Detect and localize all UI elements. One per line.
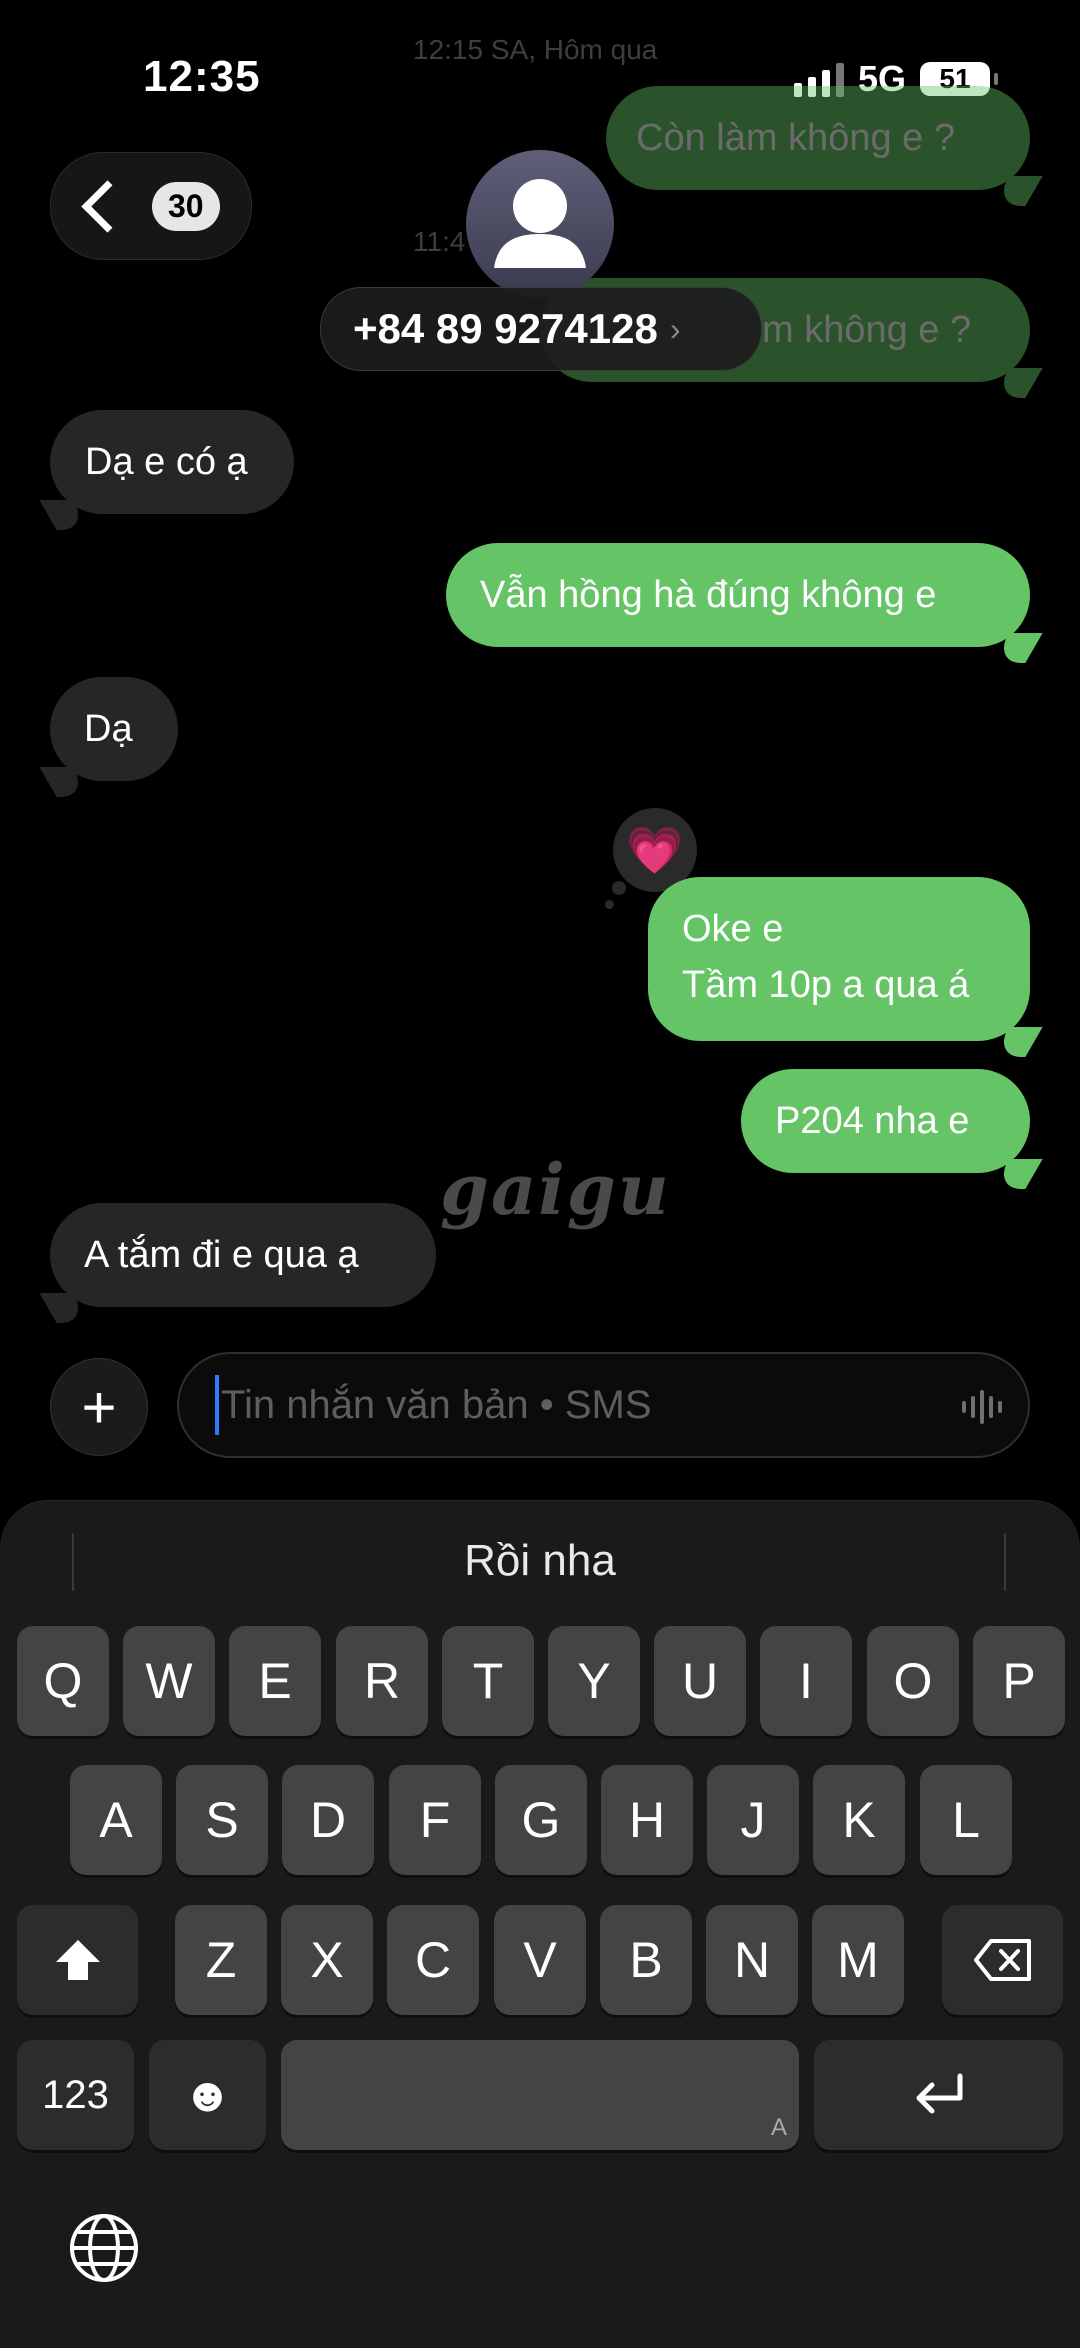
key-b[interactable]: B xyxy=(600,1905,692,2015)
key-h[interactable]: H xyxy=(601,1765,693,1875)
message-bubble-outgoing[interactable]: Oke e Tầm 10p a qua á xyxy=(648,877,1043,1057)
key-q[interactable]: Q xyxy=(17,1626,109,1736)
message-bubble-incoming[interactable]: Dạ e có ạ xyxy=(39,410,294,530)
message-text: Dạ e có ạ xyxy=(85,441,248,483)
shift-key[interactable] xyxy=(17,1905,138,2015)
key-l[interactable]: L xyxy=(920,1765,1012,1875)
add-attachment-button[interactable]: + xyxy=(50,1358,148,1456)
key-y[interactable]: Y xyxy=(548,1626,640,1736)
message-input[interactable]: Tin nhắn văn bản • SMS xyxy=(177,1352,1030,1458)
return-icon xyxy=(916,2073,962,2114)
chevron-right-icon: › xyxy=(669,310,681,347)
predictive-suggestion[interactable]: Rồi nha xyxy=(0,1536,1080,1586)
key-t[interactable]: T xyxy=(442,1626,534,1736)
message-bubble-incoming[interactable]: A tắm đi e qua ạ xyxy=(39,1203,436,1323)
key-p[interactable]: P xyxy=(973,1626,1065,1736)
keyboard-language-letter: A xyxy=(770,2114,787,2141)
back-button[interactable]: 30 xyxy=(50,152,252,260)
key-a[interactable]: A xyxy=(70,1765,162,1875)
suggestion-divider xyxy=(1004,1533,1006,1591)
message-text-line: Oke e xyxy=(682,908,784,950)
message-text: P204 nha e xyxy=(775,1100,970,1142)
delete-icon xyxy=(973,1939,1031,1981)
key-x[interactable]: X xyxy=(281,1905,373,2015)
return-key[interactable] xyxy=(814,2040,1063,2150)
key-w[interactable]: W xyxy=(123,1626,215,1736)
key-d[interactable]: D xyxy=(282,1765,374,1875)
person-icon xyxy=(494,179,586,268)
message-bubble-outgoing[interactable]: Còn làm không e ? xyxy=(606,86,1043,206)
key-v[interactable]: V xyxy=(494,1905,586,2015)
message-text: Vẫn hồng hà đúng không e xyxy=(480,574,937,616)
message-text: Còn làm không e ? xyxy=(636,117,955,159)
message-text: A tắm đi e qua ạ xyxy=(84,1234,359,1276)
key-j[interactable]: J xyxy=(707,1765,799,1875)
message-text: Dạ xyxy=(84,708,133,750)
contact-name: +84 89 9274128 xyxy=(353,305,658,352)
globe-icon xyxy=(70,2214,138,2282)
message-bubble-outgoing[interactable]: Vẫn hồng hà đúng không e xyxy=(446,543,1043,663)
shift-icon xyxy=(55,1940,100,1980)
space-key[interactable]: A xyxy=(281,2040,799,2150)
message-input-placeholder: Tin nhắn văn bản • SMS xyxy=(221,1382,652,1427)
contact-name-button[interactable]: +84 89 9274128 › xyxy=(320,287,762,371)
key-z[interactable]: Z xyxy=(175,1905,267,2015)
key-i[interactable]: I xyxy=(760,1626,852,1736)
key-f[interactable]: F xyxy=(389,1765,481,1875)
globe-key[interactable] xyxy=(68,2212,140,2289)
message-text-line: Tầm 10p a qua á xyxy=(682,964,970,1006)
key-u[interactable]: U xyxy=(654,1626,746,1736)
key-o[interactable]: O xyxy=(867,1626,959,1736)
key-g[interactable]: G xyxy=(495,1765,587,1875)
text-caret xyxy=(215,1375,219,1435)
delete-key[interactable] xyxy=(942,1905,1063,2015)
message-bubble-incoming[interactable]: Dạ xyxy=(39,677,178,797)
watermark: gaigu xyxy=(440,1148,671,1231)
timestamp-first: 12:15 SA, Hôm qua xyxy=(413,34,658,65)
voice-waveform-icon[interactable] xyxy=(962,1390,1002,1424)
key-r[interactable]: R xyxy=(336,1626,428,1736)
emoji-key[interactable]: ☻ xyxy=(149,2040,266,2150)
key-m[interactable]: M xyxy=(812,1905,904,2015)
chevron-left-icon xyxy=(81,179,134,233)
key-n[interactable]: N xyxy=(706,1905,798,2015)
numbers-key[interactable]: 123 xyxy=(17,2040,134,2150)
message-bubble-outgoing[interactable]: P204 nha e xyxy=(741,1069,1043,1189)
key-c[interactable]: C xyxy=(387,1905,479,2015)
message-text: m không e ? xyxy=(762,309,972,351)
contact-avatar[interactable] xyxy=(466,150,614,298)
key-k[interactable]: K xyxy=(813,1765,905,1875)
key-s[interactable]: S xyxy=(176,1765,268,1875)
status-time: 12:35 xyxy=(143,52,261,101)
unread-count-badge: 30 xyxy=(152,181,220,231)
key-e[interactable]: E xyxy=(229,1626,321,1736)
